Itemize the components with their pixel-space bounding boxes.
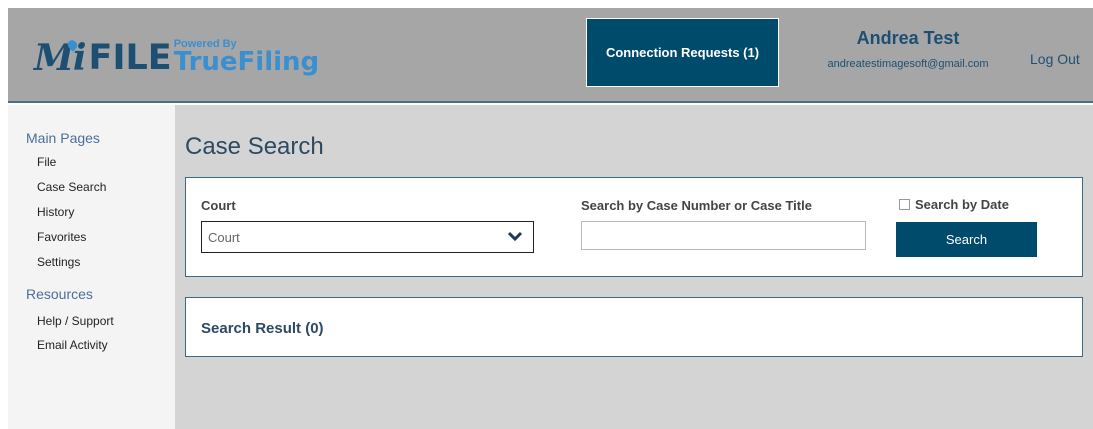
- search-by-date-checkbox-group[interactable]: Search by Date: [899, 197, 1009, 212]
- search-by-date-checkbox[interactable]: [899, 199, 910, 210]
- logo-file: FILE: [88, 38, 172, 78]
- court-select-value: Court: [208, 230, 240, 245]
- search-panel: Court Court Search by Case Number or Cas…: [185, 177, 1083, 277]
- page-title: Case Search: [185, 133, 324, 160]
- user-name: Andrea Test: [856, 28, 960, 48]
- sidebar-item-settings[interactable]: Settings: [37, 255, 80, 269]
- search-result-title: Search Result (0): [201, 320, 324, 337]
- sidebar-heading-main-pages: Main Pages: [26, 130, 100, 146]
- sidebar-item-case-search[interactable]: Case Search: [37, 180, 106, 194]
- logo-truefiling: Powered By TrueFiling: [173, 39, 320, 77]
- case-search-input[interactable]: [581, 221, 866, 250]
- sidebar: Main Pages File Case Search History Favo…: [8, 105, 175, 429]
- court-label: Court: [201, 198, 236, 213]
- logo-truefiling-text: TrueFiling: [173, 47, 320, 77]
- search-button[interactable]: Search: [896, 222, 1037, 257]
- mifile-logo[interactable]: Mi FILE Powered By TrueFiling: [34, 36, 319, 76]
- sidebar-item-history[interactable]: History: [37, 205, 74, 219]
- sidebar-item-help-support[interactable]: Help / Support: [37, 314, 114, 328]
- search-label: Search by Case Number or Case Title: [581, 198, 812, 213]
- sidebar-item-favorites[interactable]: Favorites: [37, 230, 86, 244]
- logout-link[interactable]: Log Out: [1030, 51, 1080, 67]
- chevron-down-icon: [507, 229, 523, 245]
- connection-requests-button[interactable]: Connection Requests (1): [586, 18, 779, 87]
- user-email: andreatestimagesoft@gmail.com: [827, 58, 989, 70]
- main-content: Case Search Court Court Search by Case N…: [175, 105, 1093, 429]
- sidebar-item-file[interactable]: File: [37, 155, 56, 169]
- sidebar-heading-resources: Resources: [26, 286, 93, 302]
- search-by-date-label[interactable]: Search by Date: [915, 197, 1009, 212]
- logo-mi: Mi: [34, 37, 87, 79]
- search-result-panel: Search Result (0): [185, 297, 1083, 357]
- court-select[interactable]: Court: [201, 221, 534, 253]
- sidebar-item-email-activity[interactable]: Email Activity: [37, 338, 108, 352]
- header-bar: Mi FILE Powered By TrueFiling Connection…: [8, 8, 1093, 103]
